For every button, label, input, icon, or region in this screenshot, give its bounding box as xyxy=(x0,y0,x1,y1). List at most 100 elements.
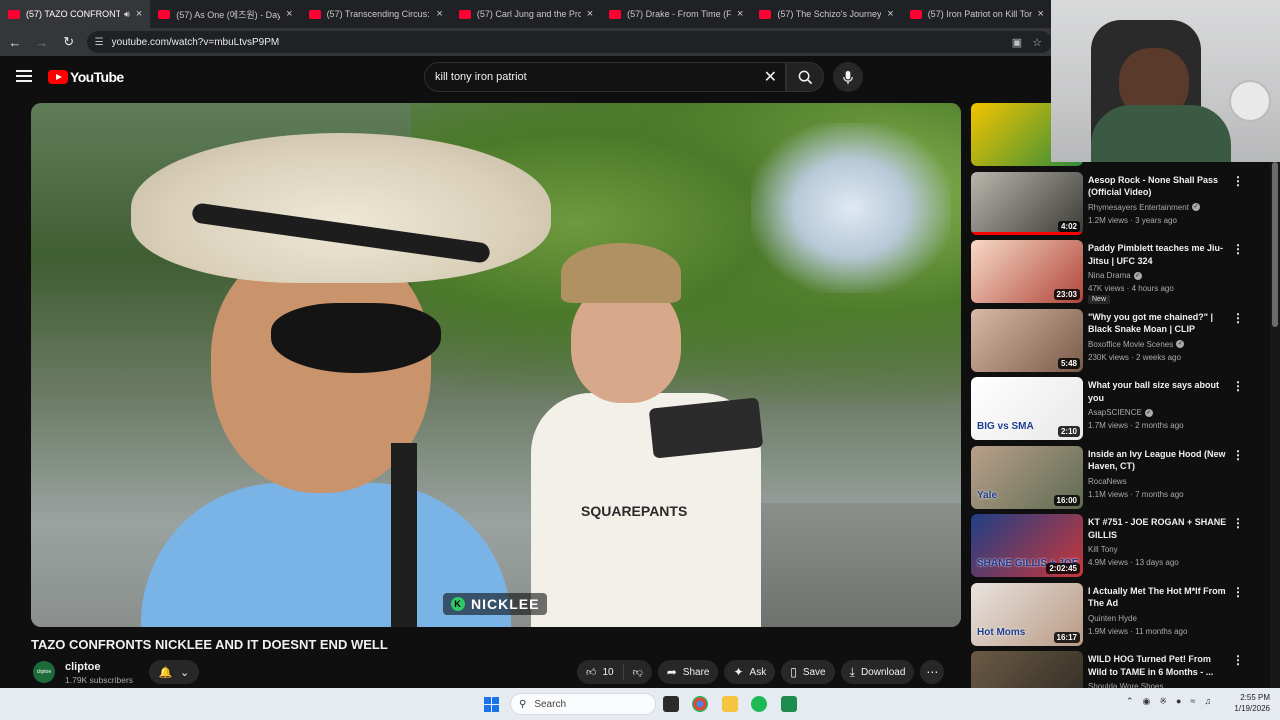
wifi-icon[interactable]: ≈ xyxy=(1190,696,1195,707)
video-thumbnail[interactable]: BIG vs SMA 2:10 xyxy=(971,377,1083,440)
more-options-icon[interactable]: ⋮ xyxy=(1232,585,1244,599)
chevron-up-icon[interactable]: ⌃ xyxy=(1126,696,1134,707)
browser-tab[interactable]: (57) Carl Jung and the Proph × xyxy=(451,0,601,28)
channel-name[interactable]: cliptoe xyxy=(65,661,100,673)
bluetooth-icon[interactable]: ※ xyxy=(1159,696,1167,707)
video-player[interactable]: SQUAREPANTS K NICKLEE xyxy=(31,103,961,627)
chrome-icon[interactable] xyxy=(692,696,708,712)
windows-start-icon[interactable] xyxy=(484,697,499,712)
spotify-icon[interactable] xyxy=(751,696,767,712)
browser-tab[interactable]: (57) The Schizo's Journey - Fr × xyxy=(751,0,901,28)
more-options-icon[interactable]: ⋮ xyxy=(1232,516,1244,530)
recommended-video[interactable]: Hot Moms 16:17 I Actually Met The Hot M*lf… xyxy=(970,582,1270,647)
video-duration: 2:10 xyxy=(1057,426,1080,437)
close-tab-icon[interactable]: × xyxy=(1038,8,1044,20)
share-button[interactable]: ➦ Share xyxy=(657,660,719,684)
recommended-title[interactable]: WILD HOG Turned Pet! From Wild to TAME i… xyxy=(1088,653,1228,678)
chevron-down-icon: ⌄ xyxy=(180,666,190,679)
cast-icon[interactable]: ▣ xyxy=(1012,36,1022,49)
recommended-channel[interactable]: Kill Tony xyxy=(1088,545,1118,554)
clear-search-icon[interactable]: ✕ xyxy=(764,67,777,87)
browser-tab[interactable]: (57) Drake - From Time (Feat. × xyxy=(601,0,751,28)
recommended-title[interactable]: Inside an Ivy League Hood (New Haven, CT… xyxy=(1088,448,1228,473)
save-button[interactable]: ▯ Save xyxy=(781,660,835,684)
recommended-title[interactable]: "Why you got me chained?" | Black Snake … xyxy=(1088,311,1228,336)
recommendations-scrollbar[interactable] xyxy=(1270,160,1280,688)
file-explorer-icon[interactable] xyxy=(722,696,738,712)
url-text: youtube.com/watch?v=mbuLtvsP9PM xyxy=(111,36,280,48)
recommended-video[interactable]: Yale 16:00 Inside an Ivy League Hood (New … xyxy=(970,445,1270,510)
taskbar-clock[interactable]: 2:55 PM 1/19/2026 xyxy=(1222,692,1270,714)
video-thumbnail[interactable]: 23:03 xyxy=(971,240,1083,303)
network-icon[interactable]: ◉ xyxy=(1143,696,1151,707)
recommended-video[interactable]: SHANE GILLIS + JOE 2:02:45 KT #751 - JOE R… xyxy=(970,514,1270,578)
close-tab-icon[interactable]: × xyxy=(286,8,292,20)
volume-icon[interactable]: ♫ xyxy=(1204,696,1211,707)
dislike-button[interactable]: 👎︎ xyxy=(624,666,652,678)
app-icon[interactable] xyxy=(781,696,797,712)
more-options-icon[interactable]: ⋮ xyxy=(1232,174,1244,188)
forward-button[interactable]: → xyxy=(30,30,54,54)
more-options-icon[interactable]: ⋮ xyxy=(1232,242,1244,256)
more-options-icon[interactable]: ⋮ xyxy=(1232,379,1244,393)
recommended-channel[interactable]: Boxoffice Movie Scenes ✓ xyxy=(1088,340,1185,349)
close-tab-icon[interactable]: × xyxy=(887,8,893,20)
recommended-video[interactable]: WILD HOG Turned Pet! From Wild to TAME i… xyxy=(970,651,1270,688)
browser-tab[interactable]: (57) Iron Patriot on Kill Tony × xyxy=(902,0,1052,28)
recommended-title[interactable]: Aesop Rock - None Shall Pass (Official V… xyxy=(1088,174,1228,199)
ask-button[interactable]: ✦ Ask xyxy=(724,660,776,684)
youtube-logo[interactable]: YouTube xyxy=(48,69,124,85)
site-info-icon[interactable]: ☰ xyxy=(95,37,104,48)
video-thumbnail[interactable]: Hot Moms 16:17 xyxy=(971,582,1083,646)
reload-button[interactable]: ↻ xyxy=(57,30,81,54)
search-input[interactable]: kill tony iron patriot ✕ xyxy=(424,62,786,92)
menu-icon[interactable] xyxy=(16,70,32,82)
task-view-icon[interactable] xyxy=(663,696,679,712)
channel-row: cliptoe cliptoe 1.79K subscribers 🔔 ⌄ xyxy=(31,659,551,689)
recommended-channel[interactable]: AsapSCIENCE ✓ xyxy=(1088,408,1153,417)
recommended-video[interactable]: 23:03 Paddy Pimblett teaches me Jiu-Jitsu… xyxy=(970,240,1270,304)
recommended-title[interactable]: Paddy Pimblett teaches me Jiu-Jitsu | UF… xyxy=(1088,242,1228,267)
more-options-icon[interactable]: ⋮ xyxy=(1232,448,1244,462)
more-actions-button[interactable]: ⋯ xyxy=(920,660,945,684)
scrollbar-thumb[interactable] xyxy=(1272,162,1278,327)
like-button[interactable]: 👍︎ 10 xyxy=(577,664,624,680)
notification-bell-button[interactable]: 🔔 ⌄ xyxy=(149,660,199,684)
recommended-channel[interactable]: Quinten Hyde xyxy=(1088,614,1137,623)
recommended-video[interactable]: 4:02 Aesop Rock - None Shall Pass (Offici… xyxy=(970,171,1270,236)
video-thumbnail[interactable]: Yale 16:00 xyxy=(971,445,1083,509)
bookmark-star-icon[interactable]: ☆ xyxy=(1032,36,1042,49)
browser-tab[interactable]: (57) As One (에즈원) - Day B × xyxy=(150,0,300,28)
recommended-video[interactable]: BIG vs SMA 2:10 What your ball size says a… xyxy=(970,377,1270,441)
channel-avatar[interactable]: cliptoe xyxy=(33,661,55,683)
browser-tab[interactable]: (57) TAZO CONFRONTS N🔊︎ × xyxy=(0,0,151,28)
microphone-tray-icon[interactable]: ● xyxy=(1176,696,1181,707)
more-options-icon[interactable]: ⋮ xyxy=(1232,653,1244,667)
recommended-channel[interactable]: Rhymesayers Entertainment ✓ xyxy=(1088,203,1200,212)
close-tab-icon[interactable]: × xyxy=(136,8,142,20)
video-thumbnail[interactable]: SHANE GILLIS + JOE 2:02:45 xyxy=(971,514,1083,577)
download-button[interactable]: ⤓ Download xyxy=(840,660,915,684)
search-button[interactable] xyxy=(786,62,824,92)
more-options-icon[interactable]: ⋮ xyxy=(1232,311,1244,325)
voice-search-button[interactable] xyxy=(833,62,863,92)
taskbar-search-box[interactable]: ⚲ Search xyxy=(510,693,656,715)
video-thumbnail[interactable] xyxy=(971,651,1083,688)
video-duration: 5:48 xyxy=(1057,357,1080,369)
close-tab-icon[interactable]: × xyxy=(436,8,442,20)
back-button[interactable]: ← xyxy=(3,30,27,54)
close-tab-icon[interactable]: × xyxy=(737,8,743,20)
recommended-title[interactable]: I Actually Met The Hot M*lf From The Ad xyxy=(1088,585,1228,610)
search-icon xyxy=(798,70,812,84)
recommended-video[interactable]: 5:48 "Why you got me chained?" | Black Sn… xyxy=(970,308,1270,373)
video-thumbnail[interactable]: 5:48 xyxy=(971,308,1083,372)
video-thumbnail[interactable]: 4:02 xyxy=(971,171,1083,235)
recommended-channel[interactable]: RocaNews xyxy=(1088,477,1127,486)
recommended-title[interactable]: KT #751 - JOE ROGAN + SHANE GILLIS xyxy=(1088,516,1228,541)
recommended-channel[interactable]: Nina Drama ✓ xyxy=(1088,271,1142,280)
address-bar[interactable]: ☰ youtube.com/watch?v=mbuLtvsP9PM ▣ ☆ xyxy=(86,31,1053,53)
close-tab-icon[interactable]: × xyxy=(587,8,593,20)
browser-tab[interactable]: (57) Transcending Circus: how × xyxy=(301,0,451,28)
tab-audio-icon[interactable]: 🔊︎ xyxy=(124,9,130,20)
recommended-title[interactable]: What your ball size says about you xyxy=(1088,379,1228,404)
